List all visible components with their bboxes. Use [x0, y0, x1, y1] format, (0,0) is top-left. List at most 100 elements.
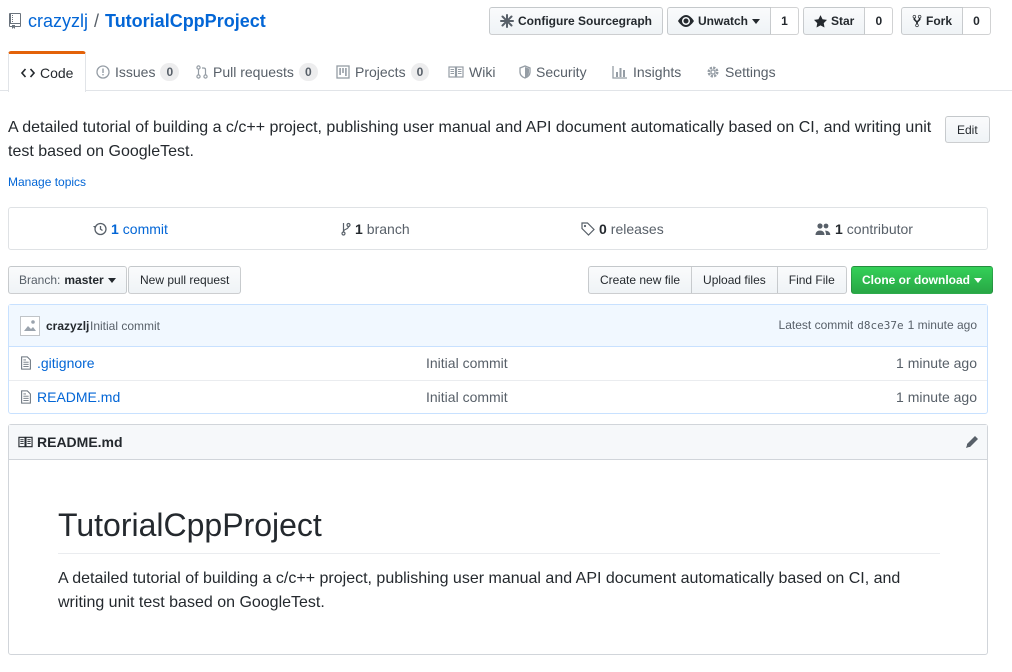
repo-owner-link[interactable]: crazyzlj — [28, 11, 88, 32]
shield-icon — [519, 64, 531, 79]
readme-filename[interactable]: README.md — [37, 434, 123, 450]
watch-count[interactable]: 1 — [771, 7, 800, 35]
star-icon — [814, 14, 827, 28]
fork-label: Fork — [926, 14, 953, 28]
configure-sourcegraph-label: Configure Sourcegraph — [518, 14, 653, 28]
gear-icon — [707, 66, 719, 77]
tag-icon — [581, 221, 595, 236]
readme-header: README.md — [9, 425, 987, 460]
file-icon — [21, 356, 31, 370]
tab-projects[interactable]: Projects 0 — [324, 51, 441, 92]
commit-tease: crazyzlj Initial commit Latest commit d8… — [9, 305, 987, 347]
clone-download-button[interactable]: Clone or download — [851, 266, 993, 294]
repo-icon — [9, 13, 21, 29]
history-icon — [93, 222, 107, 235]
readme-body: A detailed tutorial of building a c/c++ … — [58, 570, 901, 611]
tab-pull-requests[interactable]: Pull requests 0 — [184, 51, 330, 92]
configure-sourcegraph-button[interactable]: Configure Sourcegraph — [489, 7, 664, 35]
tab-wiki-label: Wiki — [469, 63, 496, 80]
unwatch-label: Unwatch — [698, 14, 749, 28]
file-age: 1 minute ago — [896, 355, 977, 371]
releases-count: 0 — [599, 220, 607, 237]
edit-description-button[interactable]: Edit — [945, 116, 990, 143]
commits-summary[interactable]: 1 commit — [93, 208, 168, 249]
path-separator: / — [94, 10, 100, 31]
readme-title: TutorialCppProject — [58, 505, 940, 554]
pencil-icon[interactable] — [965, 435, 979, 449]
tab-wiki[interactable]: Wiki — [436, 51, 507, 92]
avatar[interactable] — [20, 316, 40, 336]
tab-settings[interactable]: Settings — [694, 51, 788, 92]
branch-select-button[interactable]: Branch: master — [8, 266, 127, 294]
find-file-button[interactable]: Find File — [776, 266, 847, 294]
tab-insights-label: Insights — [633, 63, 682, 80]
commit-message[interactable]: Initial commit — [90, 319, 160, 333]
branch-icon — [341, 222, 351, 236]
tab-security[interactable]: Security — [507, 51, 599, 92]
contributors-label: contributor — [846, 220, 913, 237]
clone-download-label: Clone or download — [862, 273, 970, 287]
fork-icon — [912, 14, 922, 28]
star-group: Star 0 — [803, 7, 894, 35]
file-commit-message[interactable]: Initial commit — [426, 355, 508, 371]
commit-sha[interactable]: d8ce37e — [857, 319, 903, 332]
star-button[interactable]: Star — [803, 7, 866, 35]
file-actions-group: Create new file Upload files Find File — [588, 266, 847, 294]
tab-projects-label: Projects — [355, 63, 406, 80]
releases-summary[interactable]: 0 releases — [581, 208, 664, 249]
branch-name: master — [64, 273, 104, 287]
commit-author[interactable]: crazyzlj — [46, 319, 89, 333]
watch-group: Unwatch 1 — [667, 7, 800, 35]
issue-icon — [96, 64, 110, 79]
branch-prefix: Branch: — [19, 273, 61, 287]
readme-box: README.md TutorialCppProject A detailed … — [8, 424, 988, 655]
tab-security-label: Security — [536, 63, 587, 80]
branches-count: 1 — [355, 220, 363, 237]
contributors-summary[interactable]: 1 contributor — [815, 208, 913, 249]
file-name-link[interactable]: .gitignore — [37, 355, 95, 371]
table-row: README.md Initial commit 1 minute ago — [9, 380, 987, 413]
branches-summary[interactable]: 1 branch — [341, 208, 410, 249]
upload-files-button[interactable]: Upload files — [691, 266, 778, 294]
book-icon — [18, 436, 33, 448]
tab-issues[interactable]: Issues 0 — [84, 51, 191, 92]
commits-count: 1 — [111, 220, 119, 237]
repo-name-link[interactable]: TutorialCppProject — [105, 11, 266, 32]
commit-age: 1 minute ago — [907, 318, 977, 332]
fork-group: Fork 0 — [901, 7, 992, 35]
tab-insights[interactable]: Insights — [600, 51, 693, 92]
star-count[interactable]: 0 — [865, 7, 894, 35]
table-row: .gitignore Initial commit 1 minute ago — [9, 347, 987, 380]
tab-code[interactable]: Code — [8, 51, 87, 92]
caret-down-icon — [974, 277, 982, 283]
file-age: 1 minute ago — [896, 389, 977, 405]
caret-down-icon — [107, 277, 116, 283]
new-pull-request-button[interactable]: New pull request — [128, 266, 242, 294]
eye-icon — [678, 15, 694, 27]
fork-count[interactable]: 0 — [963, 7, 992, 35]
star-label: Star — [831, 14, 855, 28]
tab-code-label: Code — [40, 65, 74, 81]
latest-commit-info: Latest commit d8ce37e 1 minute ago — [779, 318, 977, 332]
commits-label: commit — [122, 220, 168, 237]
manage-topics-link[interactable]: Manage topics — [8, 175, 86, 189]
graph-icon — [612, 65, 627, 79]
people-icon — [815, 222, 831, 235]
project-icon — [336, 64, 350, 79]
create-new-file-button[interactable]: Create new file — [588, 266, 693, 294]
contributors-count: 1 — [835, 220, 843, 237]
file-list: crazyzlj Initial commit Latest commit d8… — [8, 304, 988, 414]
file-icon — [21, 390, 31, 404]
repo-description: A detailed tutorial of building a c/c++ … — [8, 119, 932, 160]
pull-request-icon — [196, 64, 208, 79]
file-name-link[interactable]: README.md — [37, 389, 120, 405]
tab-pull-requests-count: 0 — [298, 62, 318, 81]
unwatch-button[interactable]: Unwatch — [667, 7, 772, 35]
releases-label: releases — [610, 220, 664, 237]
latest-commit-prefix: Latest commit — [778, 318, 854, 332]
file-commit-message[interactable]: Initial commit — [426, 389, 508, 405]
tab-projects-count: 0 — [410, 62, 430, 81]
fork-button[interactable]: Fork — [901, 7, 964, 35]
sourcegraph-icon — [500, 14, 514, 28]
tab-issues-count: 0 — [160, 62, 180, 81]
